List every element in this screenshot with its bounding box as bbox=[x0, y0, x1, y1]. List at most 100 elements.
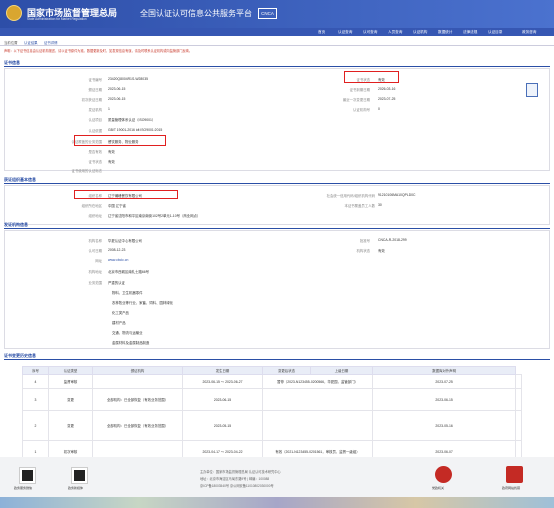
nav-cert-bodies[interactable]: 认证机构 bbox=[413, 30, 427, 35]
section-org-info: 获证组织基本信息 bbox=[4, 177, 550, 184]
value-cert-no: 23420Q8004R1S-W28035 bbox=[108, 77, 148, 81]
nav-laws[interactable]: 法律法规 bbox=[463, 30, 477, 35]
footer-line-1: 主办单位：国家市场监督管理总局 认证认可技术研究中心 bbox=[200, 470, 281, 474]
section-cert-info: 证书信息 bbox=[4, 60, 550, 67]
notice-text: 声明：以下证书信息由认证机构报送，请以证书原件为准。数据更新及时，如发现信息有误… bbox=[4, 49, 193, 53]
nav-home[interactable]: 首页 bbox=[318, 30, 325, 35]
label-status: 证书状态 bbox=[88, 160, 102, 164]
scope-item: 金属材料及金属制品制造 bbox=[112, 341, 150, 345]
footer: 政务服务微信 政务新媒体 主办单位：国家市场监督管理总局 认证认可技术研究中心 … bbox=[0, 457, 554, 497]
col-type: 认证类型 bbox=[48, 366, 93, 375]
table-row: 2 变更 全部机构：已全部恢复（有效业务范围） 2023-05-15 2023-05-1… bbox=[22, 410, 522, 441]
nav-stats[interactable]: 数据统计 bbox=[438, 30, 452, 35]
value-project: 质量管理体系认证（ISO9001） bbox=[108, 118, 156, 122]
qr-code-icon bbox=[19, 467, 36, 484]
scope-item: 化工类产品 bbox=[112, 311, 129, 315]
highlight-org-name bbox=[74, 190, 178, 199]
value-org-address: 辽宁省沈阳市和平区南京南街102号2单元1-10号（商业网点） bbox=[108, 214, 201, 218]
emblem-icon bbox=[6, 5, 22, 21]
label-body-status: 机构状态 bbox=[356, 249, 370, 253]
website-error-badge-icon[interactable] bbox=[506, 466, 523, 483]
certificate-file-icon[interactable] bbox=[526, 83, 538, 97]
label-business-scope: 业务范围 bbox=[88, 281, 102, 285]
label-staff-count: 本证书覆盖员工人数 bbox=[344, 204, 375, 208]
footer-line-3: 京ICP备18003540号 京公网安备11010802030000号 bbox=[200, 484, 274, 488]
cnca-logo: CNCA bbox=[258, 8, 277, 19]
value-first-date: 2023-06-15 bbox=[108, 97, 126, 101]
agency-title-en: State Administration for Market Regulati… bbox=[27, 17, 87, 21]
value-issuer: 1 bbox=[108, 107, 110, 111]
badge-caption-1: 党政机关 bbox=[432, 486, 445, 490]
label-first-date: 初次获证日期 bbox=[81, 98, 102, 102]
label-credit-code: 社会统一信用代码/组织机构代码 bbox=[326, 194, 375, 198]
col-state: 变更后状态 bbox=[262, 366, 311, 375]
qr-caption-1: 政务服务微信 bbox=[14, 486, 33, 490]
label-website: 网址 bbox=[95, 259, 102, 263]
site-header: 国家市场监督管理总局 State Administration for Mark… bbox=[0, 0, 554, 28]
value-body-address: 北京市西城区南礼士路66号 bbox=[108, 270, 150, 274]
scope-item: 农林牧业等行业、家畜、饲料、园林绿化 bbox=[112, 301, 174, 305]
value-business-scope: 严重的认证 bbox=[108, 281, 125, 285]
value-approval-no: CNCA-R-2018-299 bbox=[378, 238, 407, 242]
value-staff-count: 30 bbox=[378, 203, 382, 207]
value-expiry: 2026-03-16 bbox=[378, 87, 396, 91]
col-upper-date: 上级日期 bbox=[310, 366, 373, 375]
value-body-status: 有效 bbox=[378, 249, 385, 253]
label-mark: 证书使用的认证标志 bbox=[71, 169, 102, 173]
scope-item: 交通、物流与运输业 bbox=[112, 331, 143, 335]
col-body: 颁证机构 bbox=[92, 366, 183, 375]
value-credit-code: 91210106MA10QPLD0C bbox=[378, 193, 416, 197]
col-date: 发生日期 bbox=[182, 366, 263, 375]
label-expiry: 证书到期日期 bbox=[349, 88, 370, 92]
platform-title: 全国认证认可信息公共服务平台 bbox=[140, 9, 252, 18]
col-declaration: 数据库对外声明 bbox=[371, 366, 517, 375]
change-history-table: 序号 认证类型 颁证机构 发生日期 变更后状态 上级日期 数据库对外声明 4 监督… bbox=[22, 366, 522, 463]
footer-line-2: 地址：北京市海淀区马甸东路9号 | 邮编：100088 bbox=[200, 477, 270, 481]
breadcrumb-cert-detail[interactable]: 证书详情 bbox=[44, 40, 58, 45]
col-no: 序号 bbox=[22, 366, 49, 375]
nav-cert-query[interactable]: 认证查询 bbox=[338, 30, 352, 35]
label-issuer: 发证机构 bbox=[88, 108, 102, 112]
label-project: 认证项目 bbox=[88, 118, 102, 122]
value-basis: GB/T 19001-2016 idt ISO9001:2015 bbox=[108, 128, 163, 132]
value-org-region: 中国 辽宁省 bbox=[108, 204, 126, 208]
highlight-cert-status bbox=[344, 71, 399, 83]
value-issue-date: 2023-06-15 bbox=[108, 87, 126, 91]
nav-accred-query[interactable]: 认可查询 bbox=[363, 30, 377, 35]
value-website[interactable]: www.cbcic.cn bbox=[108, 258, 128, 262]
label-basis: 认证依据 bbox=[88, 129, 102, 133]
nav-catalog[interactable]: 认证目录 bbox=[488, 30, 502, 35]
section-change-history: 证书变更历史信息 bbox=[4, 353, 550, 360]
nav-staff-query[interactable]: 人员查询 bbox=[388, 30, 402, 35]
label-accred-date: 认可日期 bbox=[88, 249, 102, 253]
value-accred-date: 2008-12-23 bbox=[108, 248, 126, 252]
breadcrumb-cert-results[interactable]: 认证结果 bbox=[24, 40, 38, 45]
nav-consult[interactable]: 政务咨询 bbox=[522, 30, 536, 35]
value-body-name: 华夏认证中心有限公司 bbox=[108, 239, 142, 243]
label-approval-no: 批准号 bbox=[359, 239, 370, 243]
value-valid: 有效 bbox=[108, 150, 115, 154]
highlight-scope bbox=[74, 135, 166, 146]
badge-caption-2: 政府网站找错 bbox=[502, 486, 521, 490]
label-last-change: 最近一次变更日期 bbox=[342, 98, 370, 102]
value-status: 有效 bbox=[108, 160, 115, 164]
label-org-no: 认证机构号 bbox=[353, 108, 370, 112]
value-org-no: 0 bbox=[378, 107, 380, 111]
table-row: 3 变更 全部机构：已全部恢复（有效业务范围） 2023-06-15 2023-06-1… bbox=[22, 388, 522, 411]
scope-item: 物料，卫生机器零件 bbox=[112, 291, 143, 295]
main-nav: 首页 认证查询 认可查询 人员查询 认证机构 数据统计 法律法规 认证目录 政务… bbox=[0, 28, 554, 36]
section-body-info: 发证机构信息 bbox=[4, 222, 550, 229]
label-cert-no: 证书编号 bbox=[88, 78, 102, 82]
label-body-address: 机构地址 bbox=[88, 270, 102, 274]
label-org-address: 组织地址 bbox=[88, 214, 102, 218]
taskbar bbox=[0, 497, 554, 508]
label-body-name: 机构名称 bbox=[88, 239, 102, 243]
party-badge-icon[interactable] bbox=[435, 466, 452, 483]
label-valid: 是否有效 bbox=[88, 150, 102, 154]
value-last-change: 2023-07-25 bbox=[378, 97, 396, 101]
breadcrumb: 当前位置 认证结果 证书详情 bbox=[0, 38, 554, 46]
qr-caption-2: 政务新媒体 bbox=[68, 486, 84, 490]
table-row: 4 监督审核 2023-06-15 ～ 2023-06-27 暂停（2023-N123… bbox=[22, 374, 522, 389]
label-org-region: 组织所在地区 bbox=[81, 204, 102, 208]
breadcrumb-label: 当前位置 bbox=[4, 41, 18, 45]
